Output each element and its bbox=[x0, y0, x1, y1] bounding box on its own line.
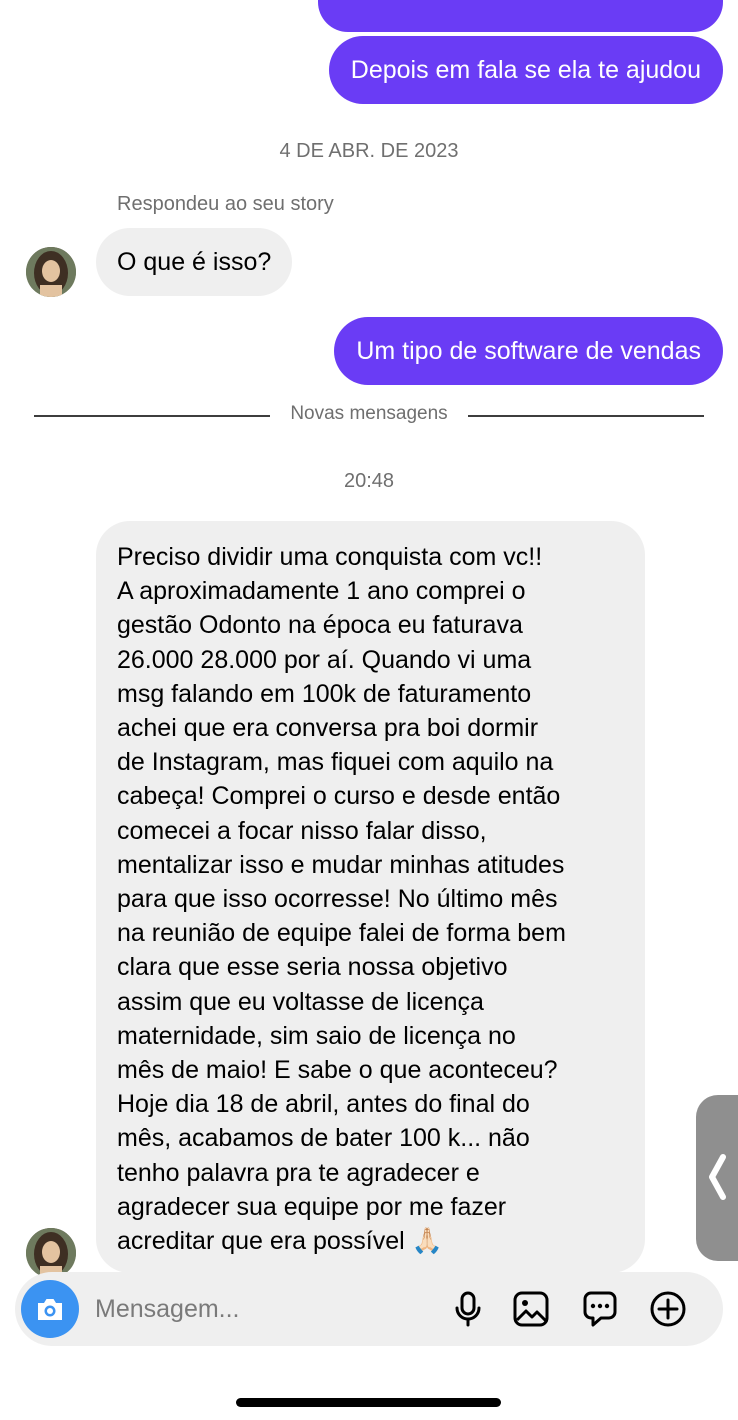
message-line: maternidade, sim saio de licença no bbox=[117, 1021, 516, 1050]
home-indicator[interactable] bbox=[236, 1398, 501, 1407]
sent-message-text: Um tipo de software de vendas bbox=[356, 337, 701, 365]
new-messages-divider: Novas mensagens bbox=[34, 403, 704, 429]
sent-message-bubble[interactable]: Um tipo de software de vendas bbox=[334, 317, 723, 385]
previous-sent-bubble-fragment bbox=[318, 0, 723, 32]
message-line: comecei a focar nisso falar disso, bbox=[117, 816, 487, 845]
avatar-image bbox=[26, 247, 76, 297]
date-separator: 4 DE ABR. DE 2023 bbox=[279, 140, 459, 162]
microphone-icon[interactable] bbox=[449, 1290, 487, 1328]
message-line: achei que era conversa pra boi dormir bbox=[117, 714, 539, 743]
message-line: 26.000 28.000 por aí. Quando vi uma bbox=[117, 645, 532, 674]
message-line: gestão Odonto na época eu faturava bbox=[117, 611, 523, 640]
message-line: mês, acabamos de bater 100 k... não bbox=[117, 1124, 530, 1153]
time-separator: 20:48 bbox=[343, 470, 395, 492]
camera-icon bbox=[38, 1299, 62, 1320]
message-line: tenho palavra pra te agradecer e bbox=[117, 1158, 480, 1187]
received-message-bubble[interactable]: O que é isso? bbox=[96, 228, 293, 296]
divider-line-right bbox=[468, 415, 704, 417]
message-composer bbox=[15, 1272, 723, 1346]
story-reply-note: Respondeu ao seu story bbox=[117, 193, 334, 215]
message-line: mentalizar isso e mudar minhas atitudes bbox=[117, 850, 565, 879]
message-line: para que isso ocorresse! No último mês bbox=[117, 885, 558, 914]
message-line: na reunião de equipe falei de forma bem bbox=[117, 919, 566, 948]
received-message-bubble-long[interactable]: Preciso dividir uma conquista com vc!! A… bbox=[96, 521, 645, 1273]
message-line: msg falando em 100k de faturamento bbox=[117, 679, 532, 708]
message-input[interactable] bbox=[95, 1272, 425, 1346]
message-line: acreditar que era possível 🙏🏻 bbox=[117, 1227, 443, 1256]
plus-icon[interactable] bbox=[649, 1290, 687, 1328]
contact-avatar[interactable] bbox=[26, 247, 76, 297]
chevron-left-icon bbox=[709, 1154, 726, 1200]
message-line: clara que esse seria nossa objetivo bbox=[117, 953, 508, 982]
sent-message-bubble[interactable]: Depois em fala se ela te ajudou bbox=[328, 36, 723, 104]
camera-button[interactable] bbox=[21, 1280, 79, 1338]
message-line: A aproximadamente 1 ano comprei o bbox=[117, 577, 526, 606]
message-line: de Instagram, mas fiquei com aquilo na bbox=[117, 748, 554, 777]
side-panel-handle[interactable] bbox=[696, 1095, 738, 1261]
message-line: assim que eu voltasse de licença bbox=[117, 987, 484, 1016]
message-line: mês de maio! E sabe o que aconteceu? bbox=[117, 1056, 558, 1085]
message-line: Hoje dia 18 de abril, antes do final do bbox=[117, 1090, 530, 1119]
contact-avatar[interactable] bbox=[26, 1228, 76, 1278]
received-message-text: O que é isso? bbox=[117, 248, 272, 276]
sent-message-text: Depois em fala se ela te ajudou bbox=[350, 56, 701, 84]
avatar-image bbox=[26, 1228, 76, 1278]
message-line: Preciso dividir uma conquista com vc!! bbox=[117, 543, 543, 571]
message-line: agradecer sua equipe por me fazer bbox=[117, 1192, 507, 1221]
new-messages-label: Novas mensagens bbox=[290, 403, 448, 424]
message-line: cabeça! Comprei o curso e desde então bbox=[117, 782, 561, 811]
sticker-icon[interactable] bbox=[581, 1290, 619, 1328]
gallery-icon[interactable] bbox=[512, 1290, 550, 1328]
